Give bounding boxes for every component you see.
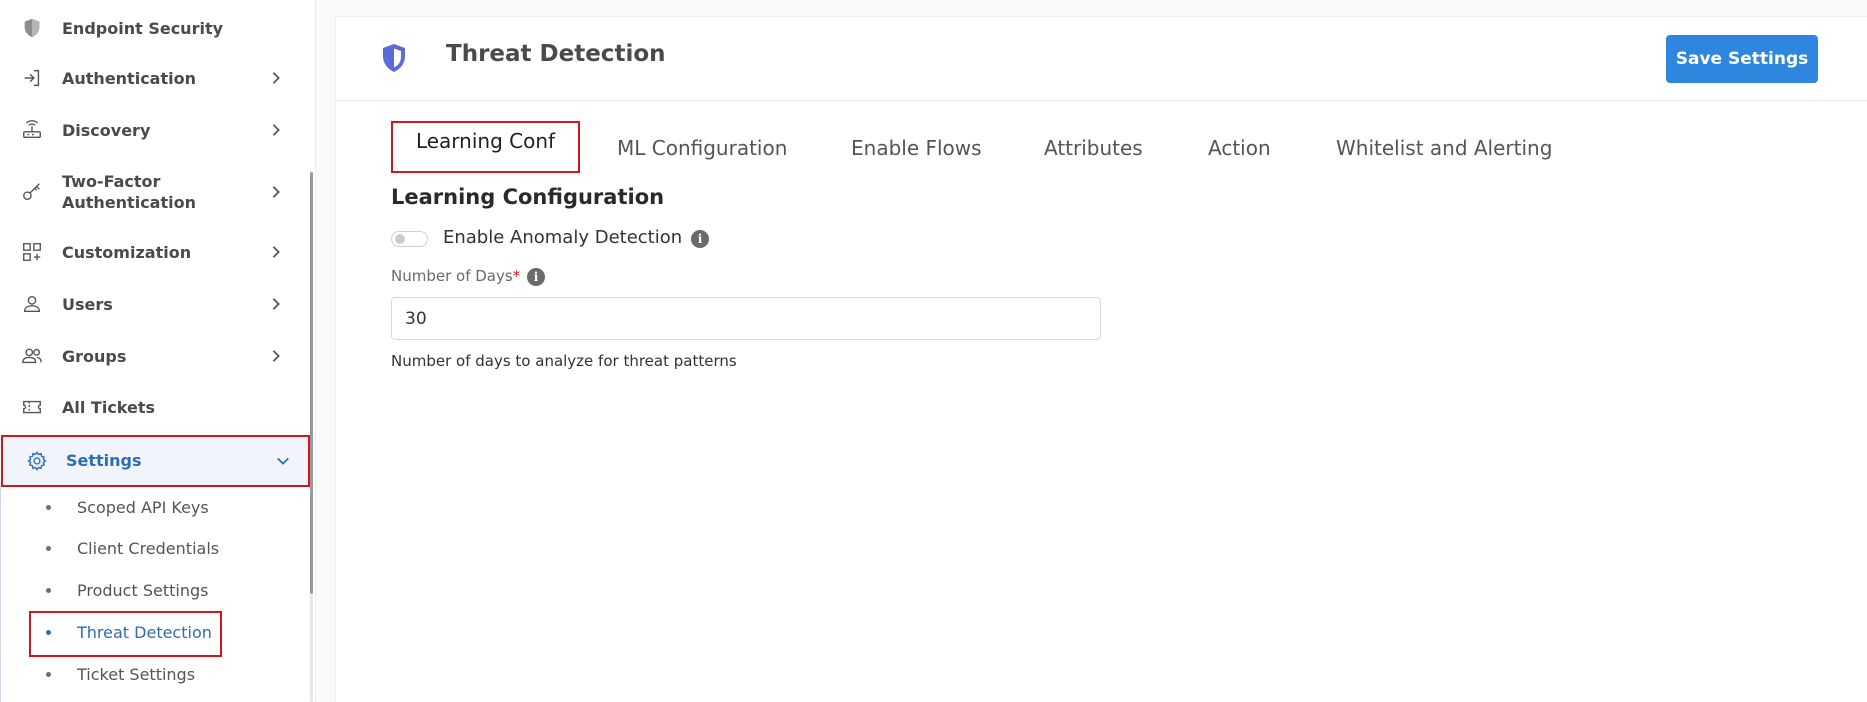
- tab-action[interactable]: Action: [1208, 125, 1271, 171]
- sidebar-subitem-label: Threat Detection: [77, 622, 212, 642]
- tab-enable-flows[interactable]: Enable Flows: [851, 125, 982, 171]
- required-asterisk: *: [512, 267, 521, 285]
- ticket-icon: [20, 395, 44, 419]
- sidebar-item-label: Customization: [62, 242, 192, 262]
- bullet-icon: [46, 504, 51, 510]
- sidebar-item-label: Endpoint Security: [62, 18, 224, 38]
- bullet-icon: [46, 671, 51, 677]
- login-icon: [20, 66, 44, 90]
- chevron-right-icon: [268, 244, 284, 260]
- sidebar-item-all-tickets[interactable]: All Tickets: [0, 395, 310, 419]
- sidebar-subitem-label: Ticket Settings: [77, 664, 196, 684]
- bullet-icon: [46, 629, 51, 635]
- sidebar-item-endpoint-security[interactable]: Endpoint Security: [0, 16, 310, 40]
- gear-icon: [25, 449, 49, 473]
- sidebar-item-label-line2: Authentication: [62, 193, 196, 212]
- chevron-right-icon: [268, 348, 284, 364]
- users-icon: [20, 344, 44, 368]
- number-of-days-label: Number of Days*: [391, 267, 520, 285]
- sidebar-item-label: All Tickets: [62, 397, 156, 417]
- page-header: Threat Detection Save Settings: [336, 17, 1867, 101]
- bullet-icon: [46, 587, 51, 593]
- page-title: Threat Detection: [446, 41, 666, 67]
- tab-whitelist-and-alerting[interactable]: Whitelist and Alerting: [1336, 125, 1552, 171]
- sidebar-subitem-product-settings[interactable]: Product Settings: [0, 570, 310, 610]
- info-icon[interactable]: i: [527, 268, 545, 286]
- sidebar-item-discovery[interactable]: Discovery: [0, 118, 310, 142]
- sidebar-item-authentication[interactable]: Authentication: [0, 66, 310, 90]
- sidebar-item-label-line1: Two-Factor: [62, 172, 161, 191]
- tab-ml-configuration[interactable]: ML Configuration: [617, 125, 787, 171]
- number-of-days-input[interactable]: [391, 297, 1101, 340]
- sidebar-subitem-ticket-settings[interactable]: Ticket Settings: [0, 654, 310, 694]
- sidebar-item-two-factor-authentication[interactable]: Two-Factor Authentication: [0, 170, 310, 214]
- sidebar: Endpoint Security Authentication Discove…: [0, 0, 316, 702]
- chevron-right-icon: [268, 184, 284, 200]
- sidebar-subitem-label: Product Settings: [77, 580, 209, 600]
- sidebar-item-settings[interactable]: Settings: [1, 435, 310, 487]
- anomaly-detection-toggle[interactable]: [391, 231, 428, 247]
- toggle-label: Enable Anomaly Detection: [443, 227, 683, 248]
- tab-attributes[interactable]: Attributes: [1044, 125, 1143, 171]
- sidebar-subitem-client-credentials[interactable]: Client Credentials: [0, 528, 310, 568]
- field-label-text: Number of Days: [391, 267, 513, 285]
- grid-plus-icon: [20, 240, 44, 264]
- save-settings-button[interactable]: Save Settings: [1666, 35, 1818, 83]
- main-panel: Threat Detection Save Settings Learning …: [335, 16, 1867, 702]
- sidebar-subitem-scoped-api-keys[interactable]: Scoped API Keys: [0, 487, 310, 527]
- chevron-down-icon: [275, 453, 291, 469]
- tab-bar: Learning Conf ML Configuration Enable Fl…: [336, 117, 1867, 173]
- shield-half-icon: [383, 44, 405, 72]
- chevron-right-icon: [268, 296, 284, 312]
- toggle-knob: [395, 234, 405, 244]
- info-icon[interactable]: i: [691, 230, 709, 248]
- shield-icon: [20, 16, 44, 40]
- tab-learning-conf[interactable]: Learning Conf: [391, 121, 580, 173]
- sidebar-subitem-label: Client Credentials: [77, 538, 220, 558]
- sidebar-scrollbar-track[interactable]: [310, 594, 313, 702]
- sidebar-scrollbar-thumb[interactable]: [310, 172, 313, 594]
- key-icon: [20, 180, 44, 204]
- sidebar-item-users[interactable]: Users: [0, 292, 310, 316]
- sidebar-item-label: Groups: [62, 346, 127, 366]
- sidebar-subitem-label: Scoped API Keys: [77, 497, 209, 517]
- number-of-days-help-text: Number of days to analyze for threat pat…: [391, 352, 737, 370]
- chevron-right-icon: [268, 70, 284, 86]
- router-icon: [20, 118, 44, 142]
- app-window: Endpoint Security Authentication Discove…: [0, 0, 1867, 702]
- bullet-icon: [46, 545, 51, 551]
- sidebar-item-label: Authentication: [62, 68, 196, 88]
- user-icon: [20, 292, 44, 316]
- sidebar-item-label: Settings: [66, 451, 142, 470]
- sidebar-item-label: Discovery: [62, 120, 151, 140]
- sidebar-item-customization[interactable]: Customization: [0, 240, 310, 264]
- sidebar-item-label: Users: [62, 294, 113, 314]
- sidebar-subitem-threat-detection[interactable]: Threat Detection: [0, 612, 310, 652]
- chevron-right-icon: [268, 122, 284, 138]
- section-title: Learning Configuration: [391, 185, 665, 209]
- sidebar-item-groups[interactable]: Groups: [0, 344, 310, 368]
